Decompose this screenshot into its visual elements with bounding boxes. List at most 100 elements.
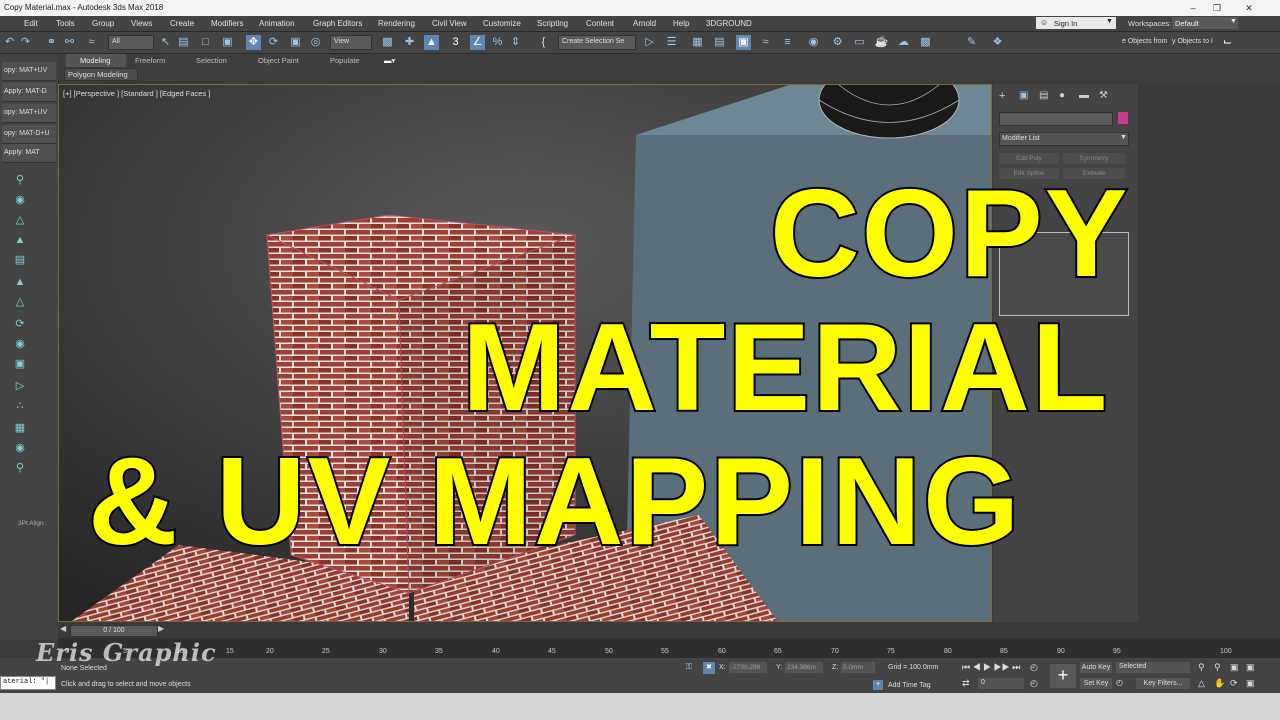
ribbon-options-icon[interactable]: ▬▾ [384, 56, 395, 65]
maxscript-listener[interactable]: aterial: "| [0, 676, 56, 690]
play-icon[interactable]: ▷ [12, 378, 28, 394]
spinner-snap-icon[interactable]: ⇕ [508, 35, 523, 50]
align-icon[interactable]: ☰ [664, 35, 679, 50]
edit-poly-button[interactable]: Edit Poly [999, 153, 1059, 164]
rectangular-selection-icon[interactable]: □ [198, 35, 213, 50]
workspace-select[interactable]: Default ▼ [1172, 17, 1238, 29]
render-setup-icon[interactable]: ⚙ [830, 35, 845, 50]
pivot-center-icon[interactable]: ▩ [380, 35, 395, 50]
menu-graph-editors[interactable]: Graph Editors [313, 19, 362, 28]
z-coordinate-field[interactable]: 0.0mm [841, 662, 875, 673]
move-icon[interactable]: ✥ [246, 35, 261, 50]
modify-tab-icon[interactable]: ▣ [1019, 90, 1028, 101]
undo-icon[interactable]: ↶ [2, 35, 17, 50]
script-button-apply-mat[interactable]: Apply: MAT [2, 144, 56, 163]
helper-icon[interactable]: △ [12, 212, 28, 228]
menu-scripting[interactable]: Scripting [537, 19, 568, 28]
menu-3dground[interactable]: 3DGROUND [706, 19, 752, 28]
menu-create[interactable]: Create [170, 19, 194, 28]
render-production-icon[interactable]: ☕ [874, 35, 889, 50]
script-icon[interactable]: ❖ [990, 35, 1005, 50]
menu-civil-view[interactable]: Civil View [432, 19, 467, 28]
close-icon[interactable]: ✕ [1242, 2, 1256, 14]
edit-named-selection-icon[interactable]: { [536, 35, 551, 50]
time-config-icon[interactable]: ◴ [1030, 662, 1038, 673]
lock-selection-icon[interactable]: ⚿ [686, 662, 692, 672]
selection-filter-dropdown[interactable]: All [108, 35, 154, 50]
render-in-cloud-icon[interactable]: ☁ [896, 35, 911, 50]
key-filters-button[interactable]: Key Filters... [1136, 678, 1190, 689]
list-icon[interactable]: ▤ [12, 252, 28, 268]
menu-modifiers[interactable]: Modifiers [211, 19, 243, 28]
x-coordinate-field[interactable]: -2730.296 [729, 662, 767, 673]
time-slider-handle[interactable]: 0 / 100 [70, 625, 158, 637]
link-icon[interactable]: ⚭ [44, 35, 59, 50]
menu-group[interactable]: Group [92, 19, 114, 28]
restore-icon[interactable]: ❐ [1210, 2, 1224, 14]
current-frame-spinner[interactable]: 0 [978, 678, 1024, 689]
angle-snap-icon[interactable]: ∠ [470, 35, 485, 50]
menu-views[interactable]: Views [131, 19, 152, 28]
mirror-icon[interactable]: ▷ [642, 35, 657, 50]
key-mode-icon[interactable]: ⇄ [962, 678, 970, 689]
toggle-scene-explorer-icon[interactable]: ▦ [690, 35, 705, 50]
menu-customize[interactable]: Customize [483, 19, 521, 28]
tree-icon[interactable]: ▲ [12, 232, 28, 248]
rotate-view-icon[interactable]: ⟳ [12, 316, 28, 332]
eye-icon[interactable]: ◉ [12, 440, 28, 456]
menu-rendering[interactable]: Rendering [378, 19, 415, 28]
ribbon-toggle-icon[interactable]: ▣ [736, 35, 751, 50]
menu-content[interactable]: Content [586, 19, 614, 28]
zoom-all-icon[interactable]: ⚲ [1214, 662, 1221, 673]
3pt-align-label[interactable]: 3Pt Align [18, 520, 44, 527]
window-crossing-icon[interactable]: ▣ [220, 35, 235, 50]
rendered-frame-icon[interactable]: ▭ [852, 35, 867, 50]
viewport-label[interactable]: [+] [Perspective ] [Standard ] [Edged Fa… [63, 89, 210, 98]
display-tab-icon[interactable]: ▬ [1079, 90, 1089, 101]
set-key-button[interactable]: Set Key [1080, 678, 1112, 689]
object-color-swatch[interactable] [1118, 112, 1128, 124]
schematic-view-icon[interactable]: ≡ [780, 35, 795, 50]
polygon-modeling-panel[interactable]: Polygon Modeling [64, 68, 138, 81]
scale-icon[interactable]: ▣ [288, 35, 303, 50]
redo-icon[interactable]: ↷ [18, 35, 33, 50]
menu-animation[interactable]: Animation [259, 19, 295, 28]
hierarchy-tab-icon[interactable]: ▤ [1039, 90, 1048, 101]
utilities-tab-icon[interactable]: ⚒ [1099, 90, 1108, 101]
create-tab-icon[interactable]: + [999, 90, 1005, 102]
key-selection-dropdown[interactable]: Selected [1116, 662, 1190, 673]
percent-snap-icon[interactable]: % [490, 35, 505, 50]
bulb-icon[interactable]: ⚲ [12, 460, 28, 476]
key-filter-small-icon[interactable]: ◴ [1116, 678, 1123, 687]
track-bar[interactable] [58, 638, 1280, 658]
script-button-copy-mat-uv-2[interactable]: opy: MAT+UV [2, 104, 56, 123]
light-bulb-icon[interactable]: ⚲ [12, 172, 28, 188]
sign-in-dropdown[interactable]: Sign In ☺ ▼ [1036, 17, 1116, 29]
pyramid-icon[interactable]: △ [12, 294, 28, 310]
symmetry-button[interactable]: Symmetry [1063, 153, 1125, 164]
material-editor-icon[interactable]: ◉ [806, 35, 821, 50]
tab-modeling[interactable]: Modeling [80, 56, 110, 65]
snaps-toggle-icon[interactable]: 3 [448, 35, 463, 50]
next-frame-icon[interactable]: ▶ [158, 624, 164, 633]
script-button-copy-mat-d-uv[interactable]: opy: MAT-D+U [2, 125, 56, 144]
minimize-icon[interactable]: – [1186, 2, 1200, 14]
menu-help[interactable]: Help [673, 19, 689, 28]
set-key-big-button[interactable]: + [1050, 664, 1076, 688]
select-by-name-icon[interactable]: ▤ [176, 35, 191, 50]
select-manipulate-icon[interactable]: ✚ [402, 35, 417, 50]
tab-object-paint[interactable]: Object Paint [258, 56, 299, 65]
orbit-icon[interactable]: ⟳ [1230, 678, 1238, 689]
auto-key-button[interactable]: Auto Key [1080, 662, 1112, 673]
reference-coordinate-dropdown[interactable]: View [330, 35, 372, 50]
maximize-viewport-icon[interactable]: ▣ [1246, 678, 1255, 689]
zoom-extents-all-icon[interactable]: ▣ [1246, 662, 1255, 673]
camera-icon[interactable]: ◉ [12, 192, 28, 208]
corner-icon[interactable]: ⌙ [1220, 35, 1235, 50]
motion-tab-icon[interactable]: ● [1059, 90, 1065, 101]
cone-icon[interactable]: ▲ [12, 274, 28, 290]
brush-icon[interactable]: ✎ [964, 35, 979, 50]
modifier-list-dropdown[interactable]: Modifier List ▼ [999, 132, 1129, 146]
prev-frame-icon[interactable]: ◀ [60, 624, 66, 633]
absolute-mode-icon[interactable]: ✖ [703, 662, 715, 674]
